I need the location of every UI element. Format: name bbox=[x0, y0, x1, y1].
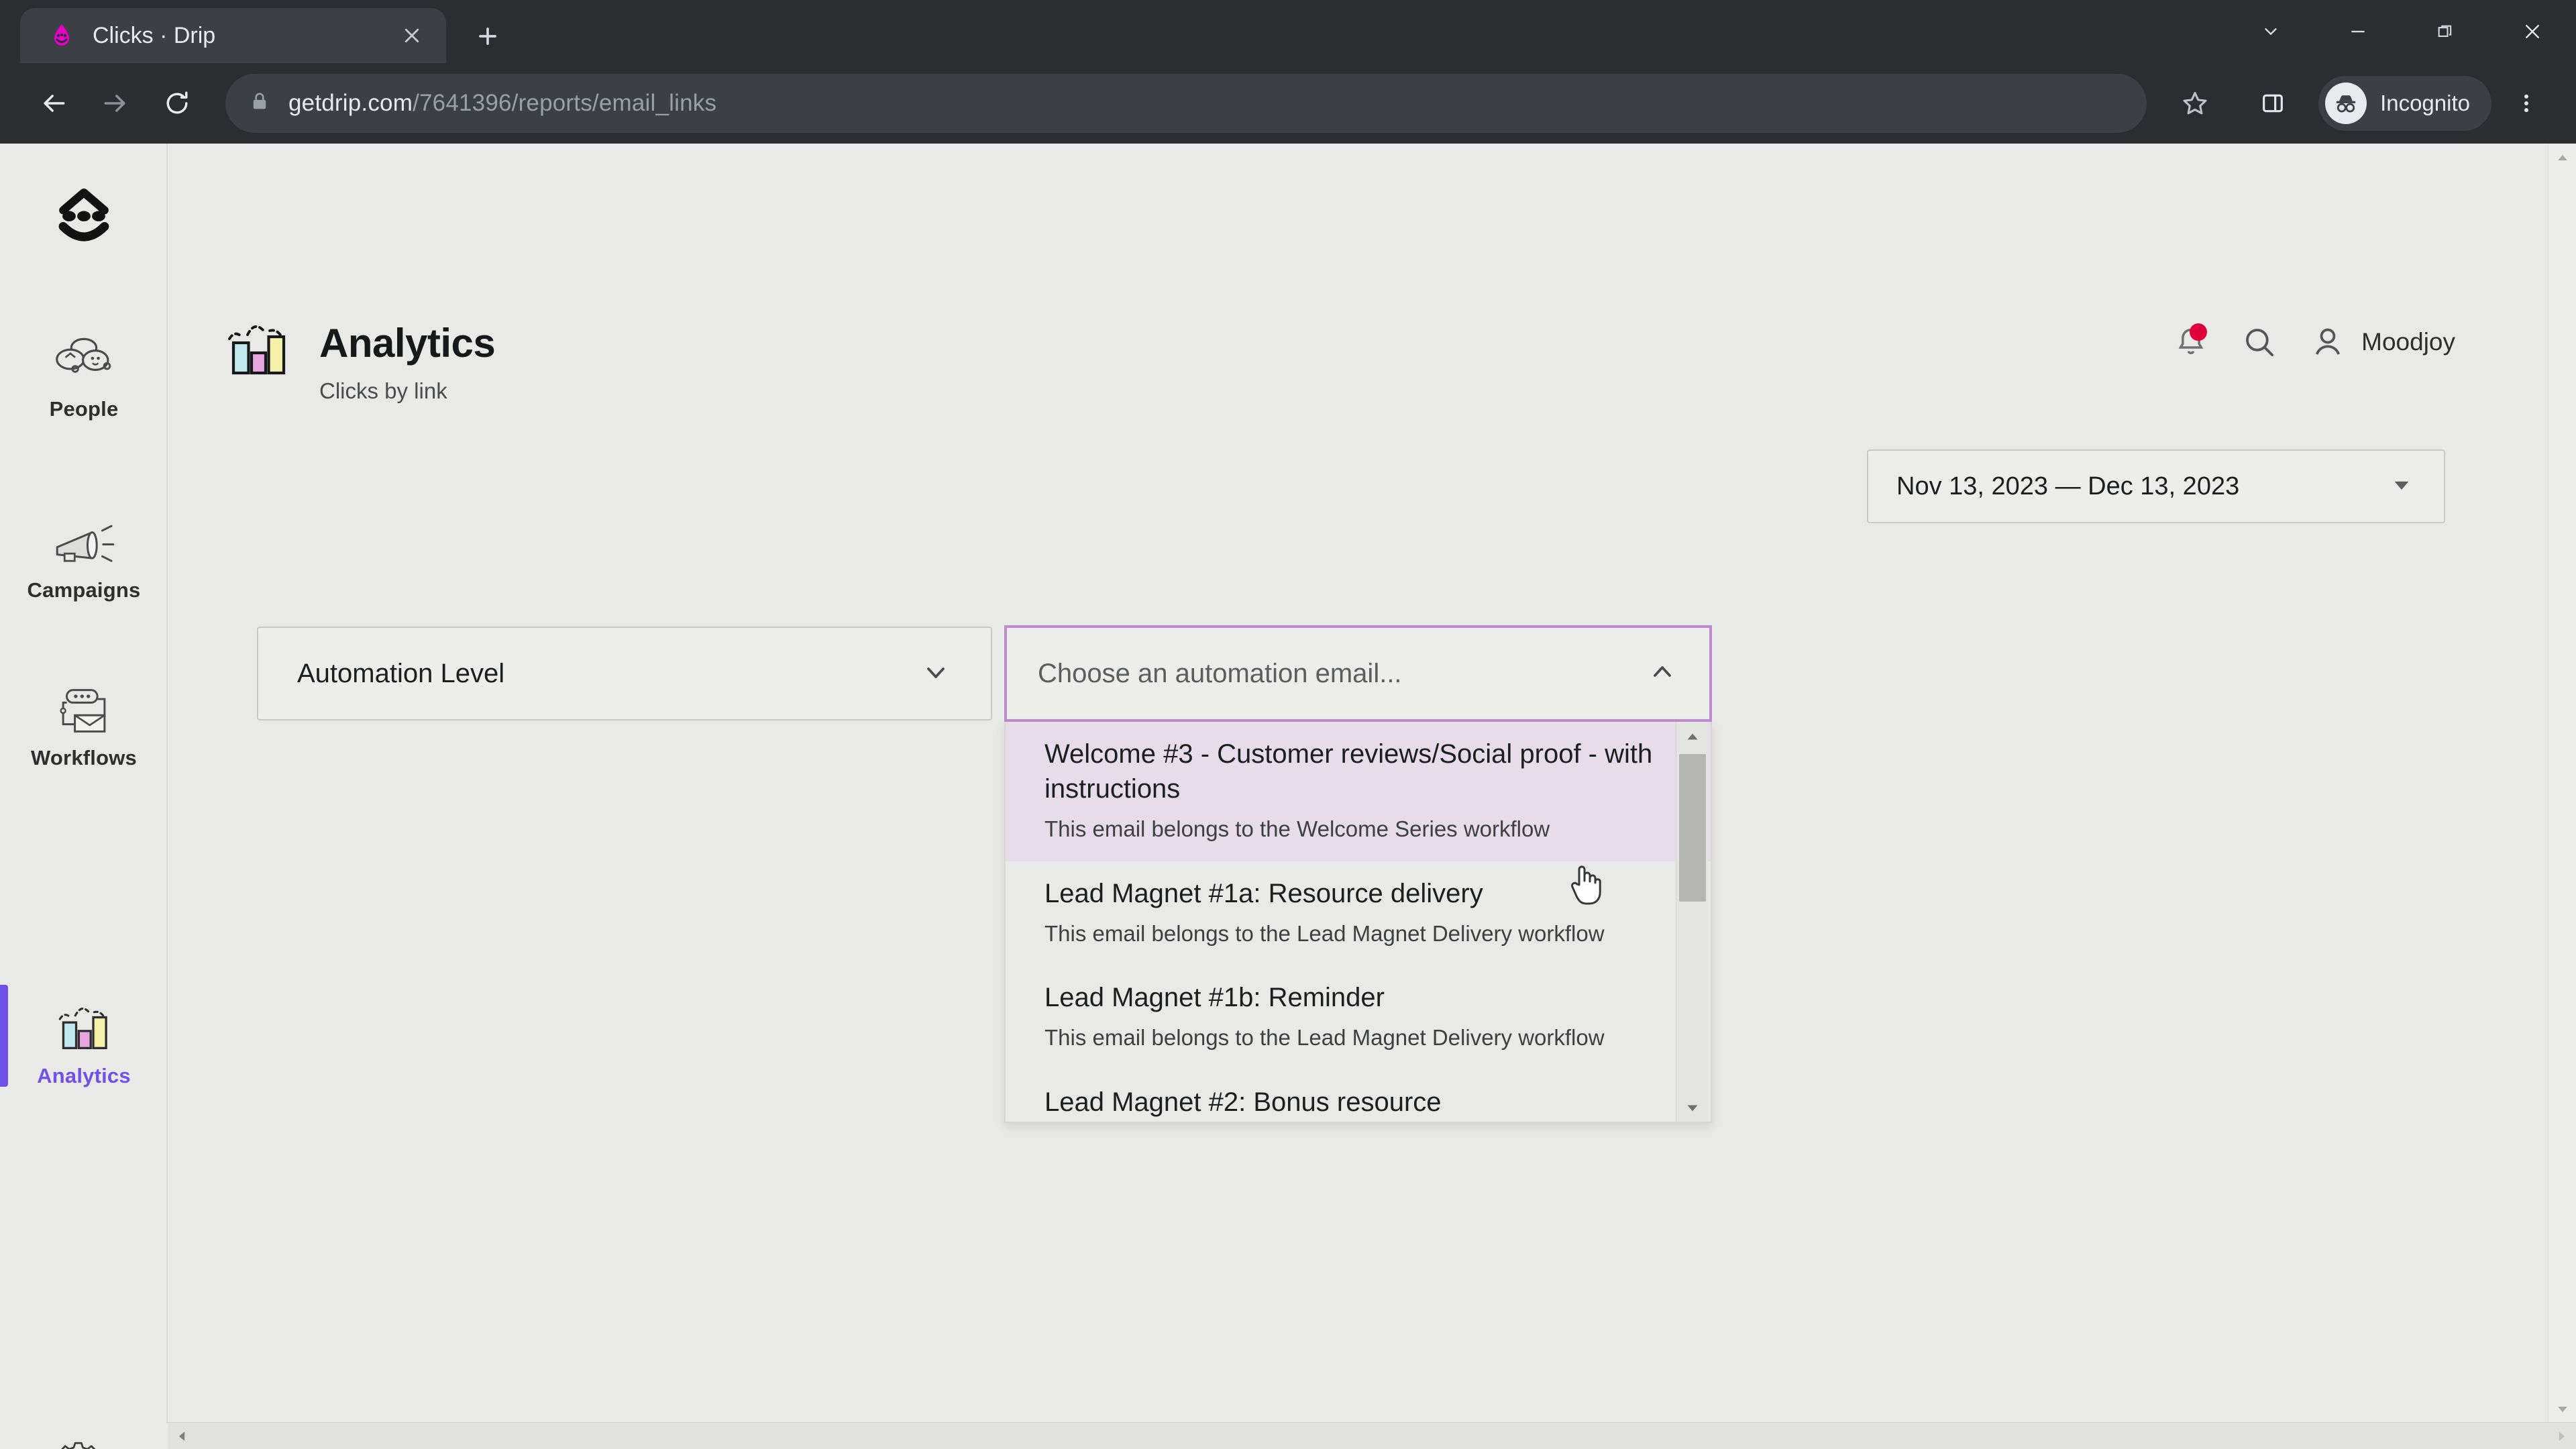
kebab-menu-icon[interactable] bbox=[2500, 72, 2553, 134]
sidebar-item-people[interactable]: People bbox=[0, 325, 168, 421]
url-path: /7641396/reports/email_links bbox=[413, 90, 717, 116]
chevron-down-icon bbox=[920, 656, 952, 692]
scroll-down-arrow-icon[interactable] bbox=[2548, 1395, 2576, 1424]
chevron-up-icon[interactable] bbox=[1646, 656, 1678, 692]
sidebar-item-settings[interactable]: Settings bbox=[0, 1430, 168, 1449]
list-item[interactable]: Lead Magnet #2: Bonus resource This emai… bbox=[1006, 1070, 1711, 1122]
page-vertical-scrollbar[interactable] bbox=[2548, 144, 2576, 1424]
page-horizontal-scrollbar[interactable] bbox=[168, 1422, 2576, 1449]
sidebar-item-campaigns[interactable]: Campaigns bbox=[0, 506, 168, 602]
option-description: This email belongs to the Lead Magnet De… bbox=[1044, 920, 1605, 946]
side-panel-icon[interactable] bbox=[2242, 72, 2304, 134]
caret-down-icon bbox=[2387, 471, 2416, 502]
option-description: This email belongs to the Welcome Series… bbox=[1044, 816, 1550, 841]
drip-face-logo-icon[interactable] bbox=[0, 185, 168, 252]
workflow-icon bbox=[52, 674, 115, 735]
back-button[interactable] bbox=[23, 72, 85, 134]
address-bar[interactable]: getdrip.com/7641396/reports/email_links bbox=[225, 74, 2147, 133]
account-name: Moodjoy bbox=[2361, 328, 2455, 356]
scroll-down-arrow-icon[interactable] bbox=[1676, 1093, 1709, 1122]
automation-email-option-list[interactable]: Welcome #3 - Customer reviews/Social pro… bbox=[1004, 722, 1712, 1123]
scroll-up-arrow-icon[interactable] bbox=[2548, 144, 2576, 172]
sidebar-item-analytics[interactable]: Analytics bbox=[0, 991, 168, 1088]
tab-strip: Clicks · Drip bbox=[0, 0, 2576, 63]
drip-logo-icon bbox=[48, 22, 75, 49]
automation-level-select[interactable]: Automation Level bbox=[257, 627, 992, 720]
gear-icon bbox=[53, 1430, 115, 1449]
reload-button[interactable] bbox=[146, 72, 208, 134]
scrollbar-thumb[interactable] bbox=[197, 1426, 2478, 1447]
account-button[interactable]: Moodjoy bbox=[2309, 323, 2455, 361]
profile-incognito-button[interactable]: Incognito bbox=[2318, 76, 2491, 131]
scroll-up-arrow-icon[interactable] bbox=[1676, 722, 1709, 751]
window-controls bbox=[2227, 0, 2576, 63]
navigation-bar: getdrip.com/7641396/reports/email_links bbox=[0, 63, 2576, 144]
header-actions: Moodjoy bbox=[2172, 323, 2455, 361]
option-list-scrollbar[interactable] bbox=[1676, 722, 1709, 1122]
url-text: getdrip.com/7641396/reports/email_links bbox=[288, 90, 716, 117]
notification-dot bbox=[2190, 323, 2208, 341]
page-subtitle: Clicks by link bbox=[319, 378, 447, 403]
scrollbar-thumb[interactable] bbox=[1679, 754, 1706, 902]
forward-button[interactable] bbox=[85, 72, 146, 134]
app-sidebar: People Campaigns Workflows Analytics bbox=[0, 144, 168, 1449]
option-description: This email belongs to the Lead Magnet De… bbox=[1044, 1025, 1605, 1051]
option-title: Lead Magnet #1b: Reminder bbox=[1044, 983, 1385, 1013]
search-icon[interactable] bbox=[2241, 323, 2278, 361]
browser-tab[interactable]: Clicks · Drip bbox=[20, 8, 446, 63]
page-title: Analytics bbox=[319, 321, 496, 366]
star-icon[interactable] bbox=[2164, 72, 2226, 134]
option-title: Welcome #3 - Customer reviews/Social pro… bbox=[1044, 739, 1653, 804]
person-icon bbox=[2309, 323, 2347, 361]
scroll-left-arrow-icon[interactable] bbox=[168, 1423, 196, 1449]
megaphone-icon bbox=[52, 506, 116, 568]
page-header: Analytics Clicks by link bbox=[221, 317, 496, 404]
close-icon[interactable] bbox=[396, 20, 427, 51]
bar-chart-icon bbox=[221, 317, 294, 389]
tab-title: Clicks · Drip bbox=[93, 22, 216, 48]
page-viewport: People Campaigns Workflows Analytics Ana… bbox=[0, 144, 2576, 1449]
list-item[interactable]: Lead Magnet #1a: Resource delivery This … bbox=[1006, 861, 1711, 966]
sidebar-item-label: Analytics bbox=[37, 1064, 131, 1087]
profile-label: Incognito bbox=[2380, 91, 2470, 115]
sidebar-item-workflows[interactable]: Workflows bbox=[0, 674, 168, 770]
minimize-button[interactable] bbox=[2314, 0, 2402, 63]
automation-email-placeholder: Choose an automation email... bbox=[1038, 658, 1402, 688]
sidebar-item-label: Workflows bbox=[31, 746, 137, 769]
list-item[interactable]: Lead Magnet #1b: Reminder This email bel… bbox=[1006, 965, 1711, 1070]
browser-chrome: Clicks · Drip getdrip.com/7641396/report… bbox=[0, 0, 2576, 144]
date-range-picker[interactable]: Nov 13, 2023 — Dec 13, 2023 bbox=[1867, 449, 2445, 523]
close-window-button[interactable] bbox=[2489, 0, 2576, 63]
option-title: Lead Magnet #1a: Resource delivery bbox=[1044, 878, 1483, 908]
scroll-right-arrow-icon[interactable] bbox=[2548, 1423, 2576, 1449]
restore-button[interactable] bbox=[2402, 0, 2489, 63]
new-tab-button[interactable] bbox=[461, 9, 515, 63]
option-title: Lead Magnet #2: Bonus resource bbox=[1044, 1087, 1442, 1117]
incognito-icon bbox=[2325, 83, 2367, 124]
automation-email-input[interactable]: Choose an automation email... bbox=[1004, 625, 1712, 722]
bell-icon[interactable] bbox=[2172, 323, 2210, 361]
date-range-label: Nov 13, 2023 — Dec 13, 2023 bbox=[1896, 472, 2240, 500]
automation-level-label: Automation Level bbox=[297, 658, 505, 688]
people-icon bbox=[53, 325, 115, 386]
list-item[interactable]: Welcome #3 - Customer reviews/Social pro… bbox=[1006, 722, 1711, 861]
sidebar-item-label: Campaigns bbox=[27, 578, 141, 602]
lock-icon bbox=[248, 90, 271, 117]
sidebar-item-label: People bbox=[49, 397, 119, 421]
automation-email-combobox: Choose an automation email... Welcome #3… bbox=[1004, 625, 1712, 1123]
bar-chart-icon bbox=[53, 991, 115, 1053]
url-host: getdrip.com bbox=[288, 90, 413, 116]
tab-search-button[interactable] bbox=[2227, 0, 2314, 63]
